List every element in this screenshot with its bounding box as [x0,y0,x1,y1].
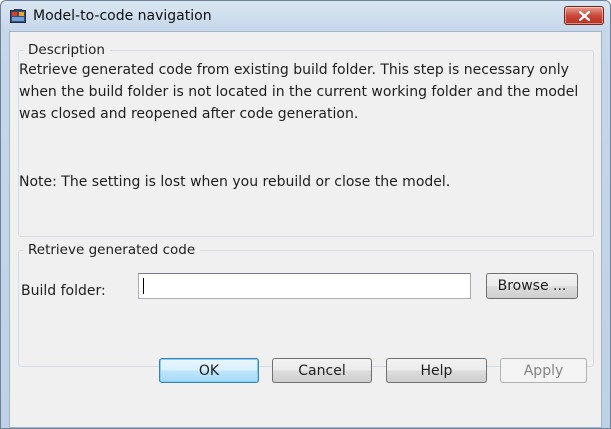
close-button[interactable] [564,6,604,25]
close-icon [579,11,590,21]
note-text: Note: The setting is lost when you rebui… [19,174,451,190]
build-folder-input[interactable] [138,273,471,299]
title-bar[interactable]: Model-to-code navigation [1,1,610,31]
description-legend: Description [23,41,110,59]
dialog-window: Model-to-code navigation Description Ret… [0,0,611,429]
description-text: Retrieve generated code from existing bu… [19,62,579,122]
apply-button: Apply [500,358,587,383]
cancel-button[interactable]: Cancel [272,358,372,383]
text-caret [143,278,144,294]
simulink-model-icon [10,8,26,24]
ok-button[interactable]: OK [159,358,259,383]
window-title: Model-to-code navigation [33,8,212,24]
retrieve-code-group: Retrieve generated code [18,241,594,367]
browse-button[interactable]: Browse ... [486,273,578,299]
help-button[interactable]: Help [386,358,487,383]
build-folder-label: Build folder: [21,283,106,299]
retrieve-code-legend: Retrieve generated code [23,241,201,259]
